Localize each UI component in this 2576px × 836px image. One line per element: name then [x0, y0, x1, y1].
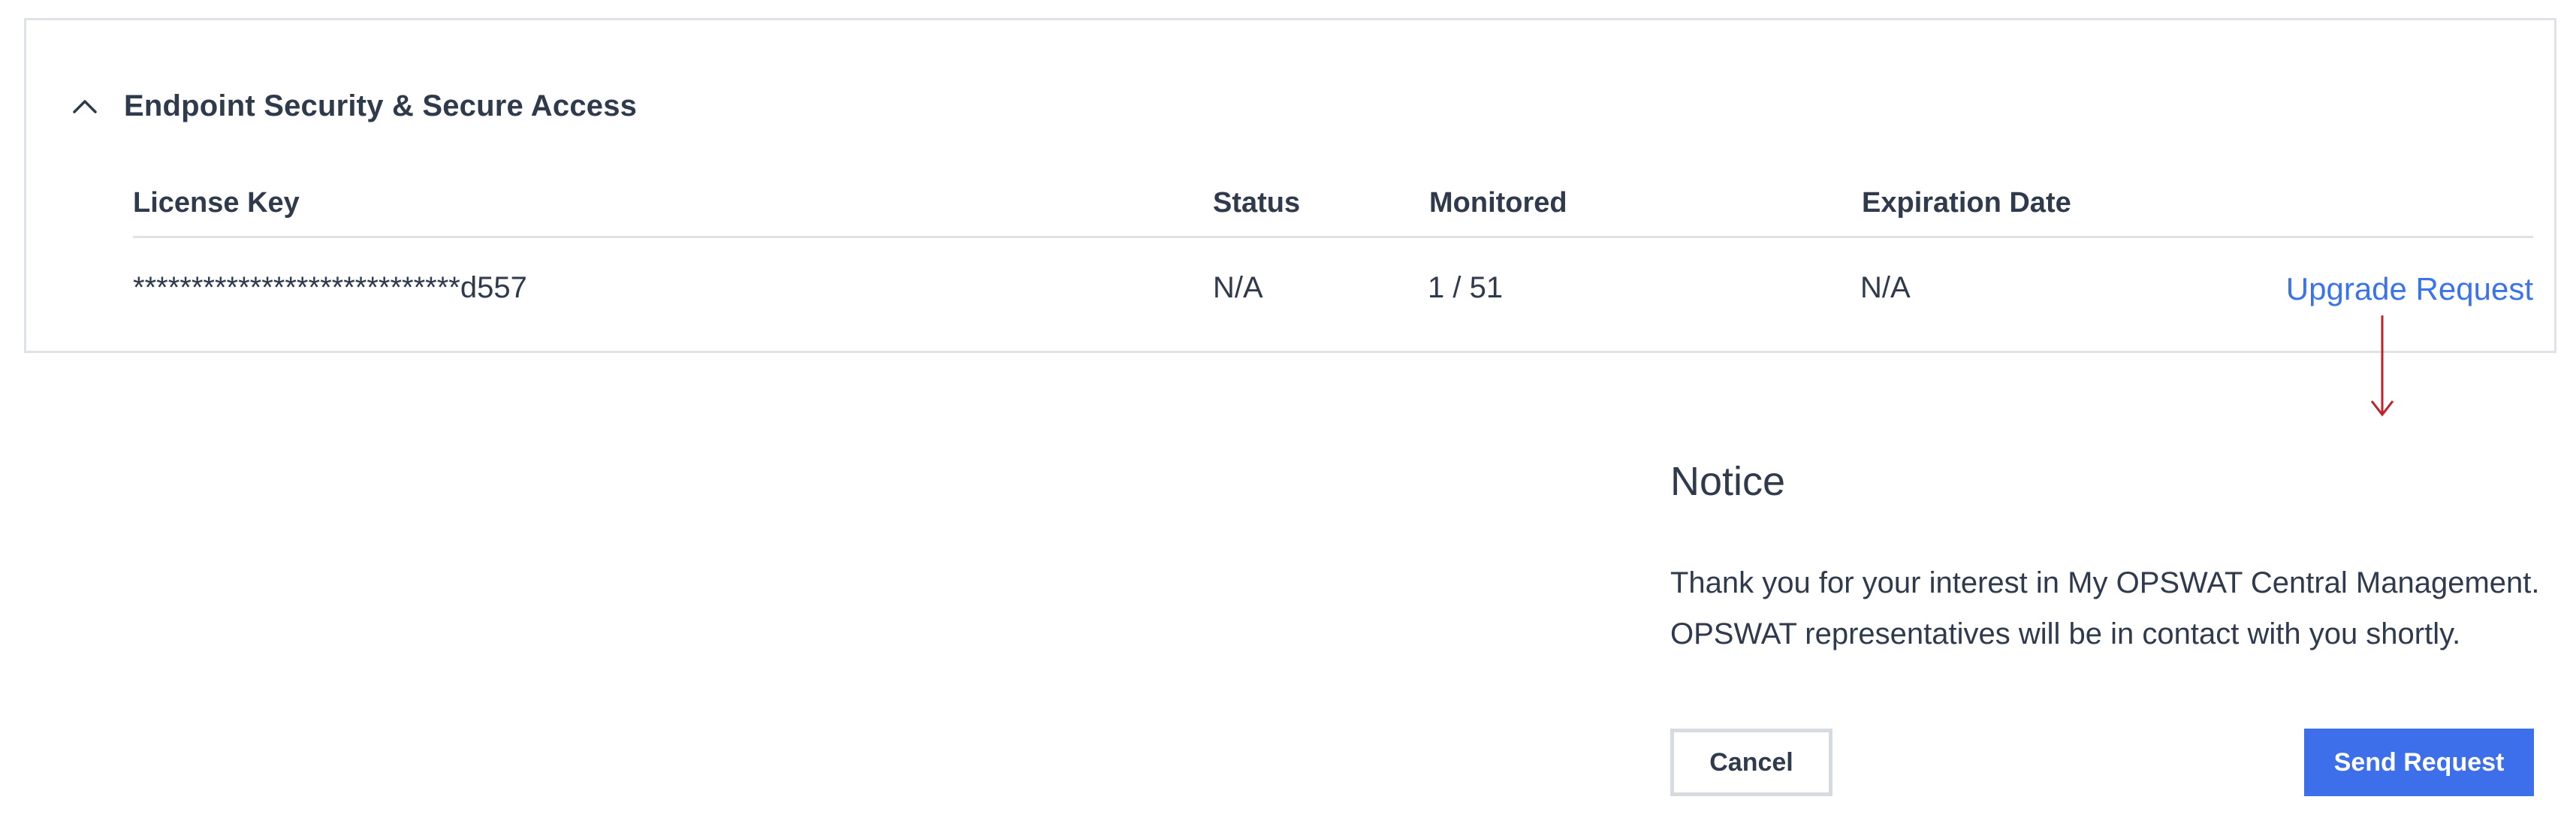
section-title: Endpoint Security & Secure Access — [124, 89, 638, 122]
dialog-title: Notice — [1670, 459, 1786, 504]
chevron-up-icon[interactable] — [71, 92, 98, 119]
column-header-monitored: Monitored — [1429, 187, 1567, 219]
card-header[interactable]: Endpoint Security & Secure Access — [71, 68, 637, 143]
license-card: Endpoint Security & Secure Access Licens… — [24, 18, 2556, 353]
column-header-status: Status — [1213, 187, 1301, 219]
send-request-button[interactable]: Send Request — [2304, 729, 2534, 796]
expiration-date-value: N/A — [1860, 271, 1911, 304]
column-header-license-key: License Key — [133, 187, 300, 219]
arrow-down-icon — [2370, 315, 2394, 417]
license-key-value: ****************************d557 — [133, 271, 527, 304]
dialog-message: Thank you for your interest in My OPSWAT… — [1670, 557, 2540, 659]
monitored-value: 1 / 51 — [1428, 271, 1504, 304]
dialog-message-line: Thank you for your interest in My OPSWAT… — [1670, 566, 2540, 599]
upgrade-request-link[interactable]: Upgrade Request — [2286, 271, 2533, 307]
column-header-expiration-date: Expiration Date — [1862, 187, 2071, 219]
dialog-message-line: OPSWAT representatives will be in contac… — [1670, 617, 2461, 650]
notice-dialog: Notice Thank you for your interest in My… — [1667, 443, 2549, 819]
status-value: N/A — [1213, 271, 1263, 304]
table-header: License Key Status Monitored Expiration … — [133, 171, 2533, 238]
cancel-button[interactable]: Cancel — [1670, 729, 1832, 796]
table-row: ****************************d557 N/A 1 /… — [133, 238, 2533, 351]
